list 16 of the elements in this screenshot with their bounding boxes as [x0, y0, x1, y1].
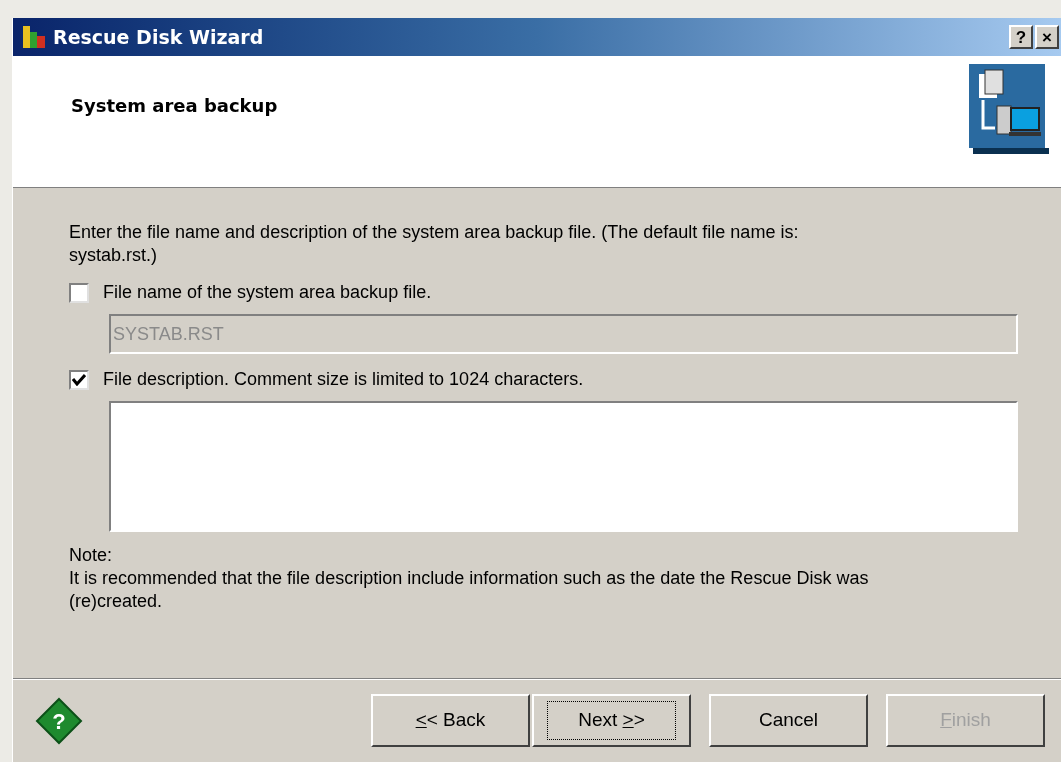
- checkbox-label: File description. Comment size is limited to 1024 characters.: [103, 368, 584, 391]
- wizard-button[interactable]: Next >>: [532, 694, 691, 747]
- checkbox-label: File name of the system area backup file.: [103, 281, 432, 304]
- note-heading: Note:: [69, 544, 114, 567]
- note-text: It is recommended that the file description include information such as the date the Rescue Disk was (re)created.: [69, 567, 869, 613]
- help-button[interactable]: ?: [1009, 25, 1033, 49]
- page-heading: System area backup: [71, 94, 278, 118]
- wizard-button[interactable]: Cancel: [709, 694, 868, 747]
- instruction-text: Enter the file name and description of the system area backup file. (The default file name is: systab.rst.): [69, 221, 800, 267]
- checkbox[interactable]: [69, 369, 89, 390]
- wizard-button[interactable]: << Back: [371, 694, 530, 747]
- description-field[interactable]: [109, 401, 1018, 532]
- app-logo-icon: [21, 24, 47, 50]
- close-button[interactable]: ×: [1035, 25, 1059, 49]
- computers-icon: [969, 64, 1049, 154]
- window-title: Rescue Disk Wizard: [53, 24, 264, 50]
